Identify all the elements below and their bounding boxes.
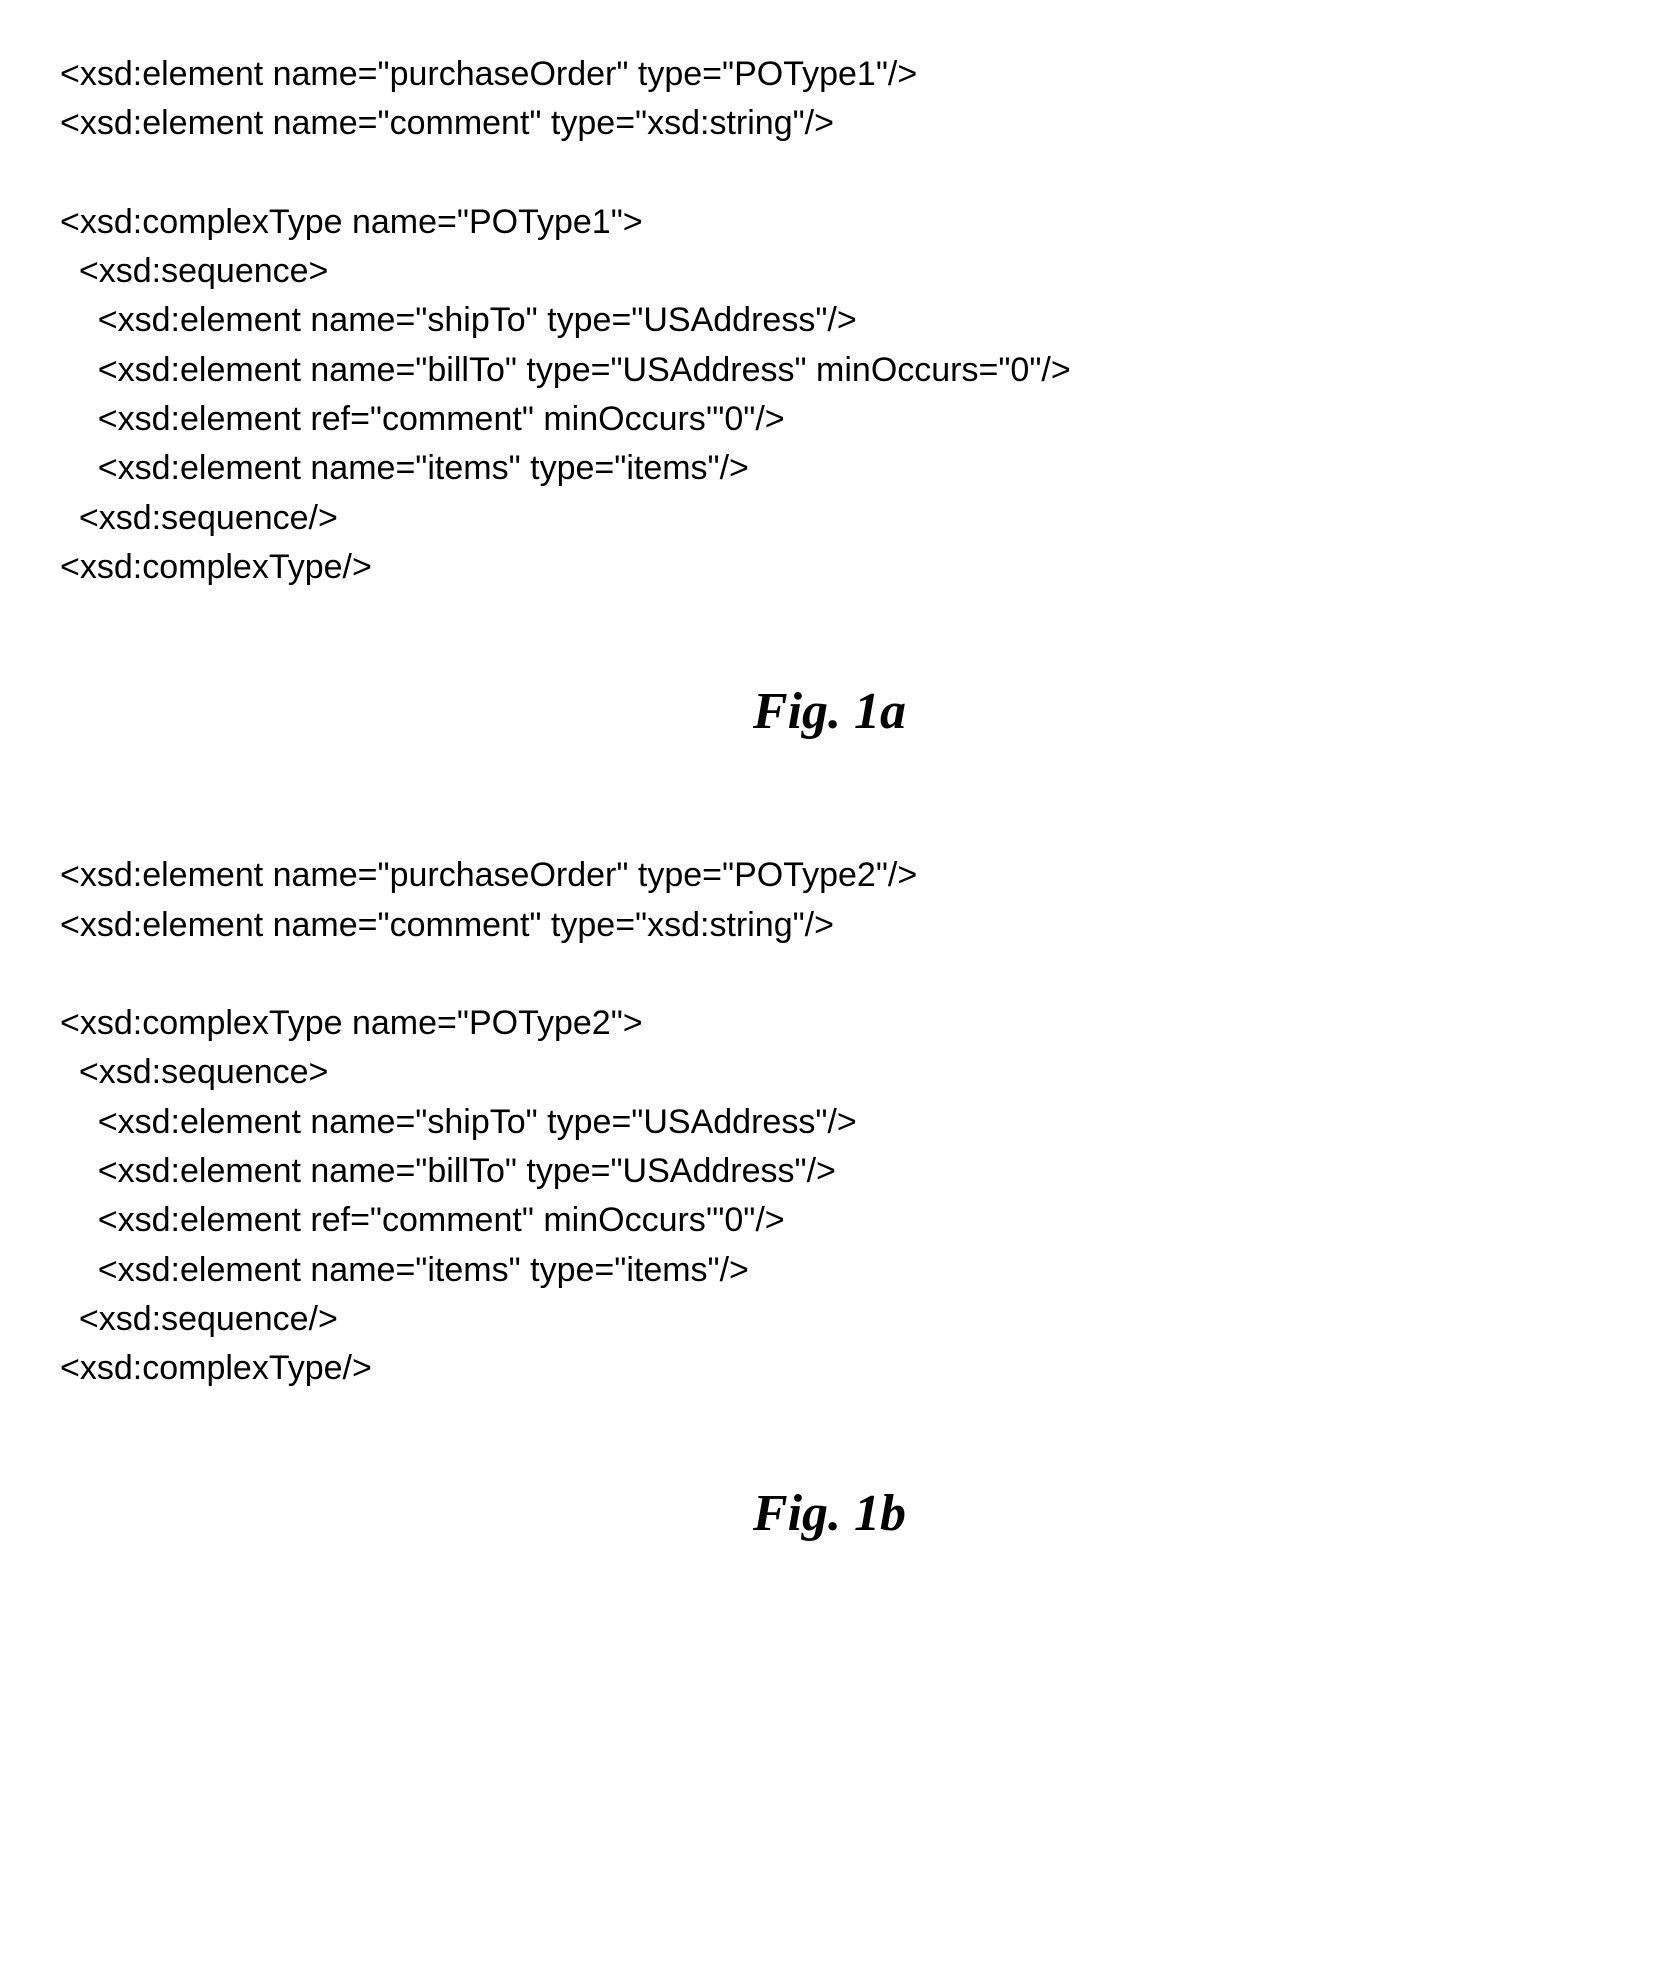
- figure-caption-1a: Fig. 1a: [60, 682, 1599, 741]
- code-block-1a: <xsd:element name="purchaseOrder" type="…: [60, 50, 1599, 592]
- figure-caption-1b: Fig. 1b: [60, 1484, 1599, 1543]
- code-block-1b: <xsd:element name="purchaseOrder" type="…: [60, 851, 1599, 1393]
